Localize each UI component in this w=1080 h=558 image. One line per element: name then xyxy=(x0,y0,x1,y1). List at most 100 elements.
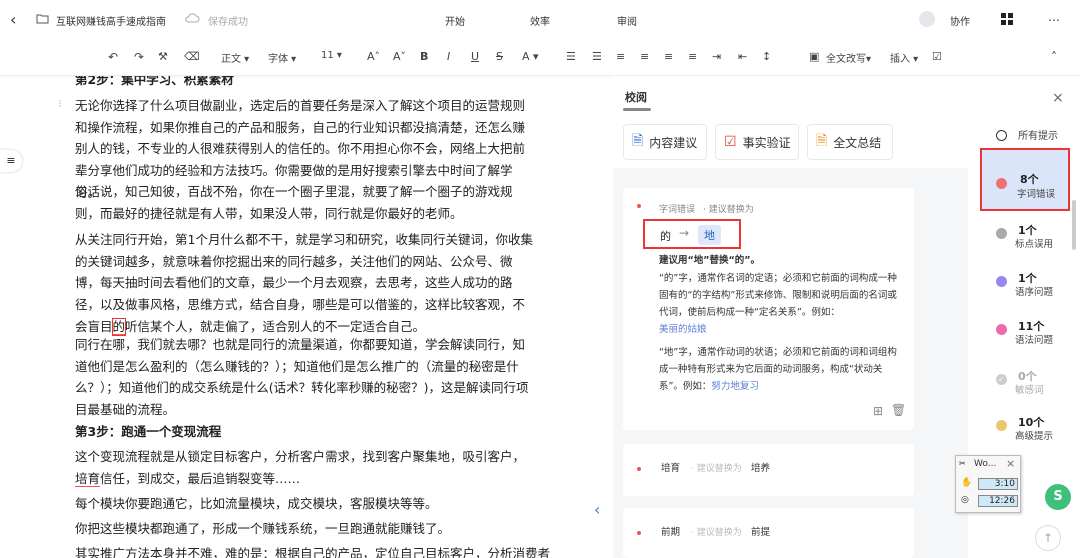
suggested-word[interactable]: 前提 xyxy=(751,524,770,541)
timer-value: 12:26 xyxy=(978,495,1018,507)
outline-toggle-icon[interactable]: ≡ xyxy=(0,150,22,172)
scrollbar[interactable] xyxy=(1072,200,1076,250)
fact-check-icon: ☑ xyxy=(724,134,737,150)
category-dot xyxy=(996,420,1007,431)
error-action: · 建议替换为 xyxy=(691,464,742,474)
suggest-line: 建议用“地”替换“的”。 xyxy=(659,255,760,266)
paragraph-text: 信任，到成交，最后追销裂变等…… xyxy=(100,470,301,486)
category-grammar[interactable]: 11个 语法问题 xyxy=(968,318,1068,358)
suggestion-card[interactable]: 字词错误 · 建议替换为 的 → 地 建议用“地”替换“的”。 “的”字，通常作… xyxy=(623,188,914,430)
line-spacing-icon[interactable]: ↕ xyxy=(762,50,771,63)
paragraph: 这个变现流程就是从锁定目标客户，分析客户需求，找到客户聚集地，吸引客户， 培育信任… xyxy=(75,446,535,489)
more-icon[interactable]: … xyxy=(1048,10,1060,24)
suggestion-card[interactable]: 前期 · 建议替换为 前提 xyxy=(623,508,914,558)
underline-icon[interactable]: U xyxy=(471,50,479,63)
tab-efficiency[interactable]: 效率 xyxy=(530,13,550,28)
category-label: 标点误用 xyxy=(1015,239,1054,250)
category-label: 语法问题 xyxy=(1015,335,1054,346)
back-icon[interactable]: ‹ xyxy=(10,10,16,29)
category-label: 语序问题 xyxy=(1015,287,1054,298)
category-count: 8个 xyxy=(1020,173,1039,186)
category-punctuation[interactable]: 1个 标点误用 xyxy=(968,222,1068,262)
replacement-box[interactable]: 的 → 地 xyxy=(643,219,741,249)
add-icon[interactable]: ⊞ xyxy=(873,404,883,418)
bullet-list-icon[interactable]: ☰ xyxy=(592,50,602,63)
rewrite-icon[interactable]: ▣ xyxy=(809,50,819,63)
category-dot xyxy=(996,228,1007,239)
category-word-error[interactable]: 8个 字词错误 xyxy=(980,148,1070,211)
category-label: 高级提示 xyxy=(1015,431,1054,442)
rewrite-button[interactable]: 全文改写▾ xyxy=(826,50,871,65)
error-action: · 建议替换为 xyxy=(703,205,754,215)
fact-check-button[interactable]: ☑ 事实验证 xyxy=(715,124,799,160)
close-icon[interactable]: × xyxy=(1052,90,1064,106)
error-highlight[interactable]: 培育 xyxy=(75,470,101,487)
example-text: 努力地复习 xyxy=(711,381,759,392)
error-dot xyxy=(637,531,641,535)
heading-step3: 第3步：跑通一个变现流程 xyxy=(75,424,222,439)
explanation-text: “的”字，通常作名词的定语；必须和它前面的词构成一种固有的“的字结构”形式来修饰… xyxy=(659,273,897,318)
suggested-word[interactable]: 地 xyxy=(698,225,721,245)
outdent-icon[interactable]: ⇤ xyxy=(738,50,747,63)
collapse-toolbar-icon[interactable]: ˄ xyxy=(1051,50,1057,64)
align-justify-icon[interactable]: ≡ xyxy=(688,50,697,63)
align-right-icon[interactable]: ≡ xyxy=(664,50,673,63)
insert-button[interactable]: 插入 ▾ xyxy=(890,50,918,65)
folder-icon[interactable] xyxy=(36,13,49,27)
format-painter-icon[interactable]: ⚒ xyxy=(158,50,168,63)
error-action: · 建议替换为 xyxy=(691,528,742,538)
category-advanced[interactable]: 10个 高级提示 xyxy=(968,414,1068,454)
font-select[interactable]: 字体 ▾ xyxy=(268,50,296,65)
review-header: 校阅 xyxy=(613,76,968,116)
paragraph: 俗话说，知己知彼，百战不殆，你在一个圈子里混，就要了解一个圈子的游戏规则，而最好… xyxy=(75,184,513,221)
review-icon[interactable]: ☑ xyxy=(932,50,942,63)
drag-handle-icon[interactable]: ⠇ xyxy=(58,100,65,110)
paragraph-text: 这个变现流程就是从锁定目标客户，分析客户需求，找到客户聚集地，吸引客户， xyxy=(75,449,526,464)
original-word: 前期 xyxy=(661,527,681,538)
scroll-top-icon[interactable]: ↑ xyxy=(1035,525,1061,551)
format-toolbar: ↶ ↷ ⚒ ⌫ 正文 ▾ 字体 ▾ 11 ▾ A˄ A˅ B I U S A ▾… xyxy=(0,40,1080,76)
font-color-icon[interactable]: A ▾ xyxy=(522,50,539,63)
paragraph-text: 听信某个人，就走偏了，适合别人的不一定适合自己。 xyxy=(125,318,426,334)
indent-icon[interactable]: ⇥ xyxy=(712,50,721,63)
content-suggest-button[interactable]: 🗎 内容建议 xyxy=(623,124,707,160)
paragraph: 其实推广方法本身并不难，难的是：根据自己的产品，定位自己目标客户，分析消费者 xyxy=(75,546,551,558)
summary-button[interactable]: 🗎 全文总结 xyxy=(807,124,893,160)
tab-start[interactable]: 开始 xyxy=(445,13,465,28)
align-center-icon[interactable]: ≡ xyxy=(640,50,649,63)
decrease-font-icon[interactable]: A˅ xyxy=(393,50,406,63)
widget-close-icon[interactable]: × xyxy=(1006,457,1015,470)
avatar[interactable] xyxy=(919,11,935,27)
category-dot xyxy=(996,130,1007,141)
grid-icon[interactable] xyxy=(1001,13,1013,28)
clear-format-icon[interactable]: ⌫ xyxy=(184,50,200,63)
strikethrough-icon[interactable]: S xyxy=(496,50,503,63)
summary-icon: 🗎 xyxy=(816,133,828,149)
suggested-word[interactable]: 培养 xyxy=(751,460,770,477)
style-select[interactable]: 正文 ▾ xyxy=(221,50,249,65)
align-left-icon[interactable]: ≡ xyxy=(616,50,625,63)
document-editor[interactable]: ≡ ⠇ 第2步：集中学习、积累素材 无论你选择了什么项目做副业，选定后的首要任务… xyxy=(0,76,612,558)
undo-icon[interactable]: ↶ xyxy=(108,50,118,64)
bold-icon[interactable]: B xyxy=(420,50,428,63)
collab-button[interactable]: 协作 xyxy=(950,13,970,28)
category-word-order[interactable]: 1个 语序问题 xyxy=(968,270,1068,310)
error-highlight[interactable]: 的 xyxy=(111,317,126,336)
suggestion-card[interactable]: 培育 · 建议替换为 培养 xyxy=(623,444,914,496)
timer-widget[interactable]: ✂ Wo... × ✋ 3:10 ◎ 12:26 xyxy=(955,455,1021,513)
hand-icon: ✋ xyxy=(961,478,973,488)
error-type: 字词错误 xyxy=(659,205,696,215)
ordered-list-icon[interactable]: ☰ xyxy=(566,50,576,63)
category-sensitive[interactable]: ✓ 0个 敏感词 xyxy=(968,368,1068,408)
tab-review[interactable]: 审阅 xyxy=(617,13,637,28)
size-select[interactable]: 11 ▾ xyxy=(321,50,342,61)
assistant-icon[interactable]: S xyxy=(1045,484,1071,510)
redo-icon[interactable]: ↷ xyxy=(134,50,144,64)
doc-title[interactable]: 互联网赚钱高手速成指南 xyxy=(56,13,166,28)
italic-icon[interactable]: I xyxy=(447,50,450,63)
increase-font-icon[interactable]: A˄ xyxy=(367,50,380,63)
category-label: 所有提示 xyxy=(1018,131,1058,142)
collapse-panel-icon[interactable]: ‹ xyxy=(594,500,600,519)
delete-icon[interactable]: 🗑 xyxy=(891,403,906,417)
example-text: 美丽的姑娘 xyxy=(659,324,707,335)
